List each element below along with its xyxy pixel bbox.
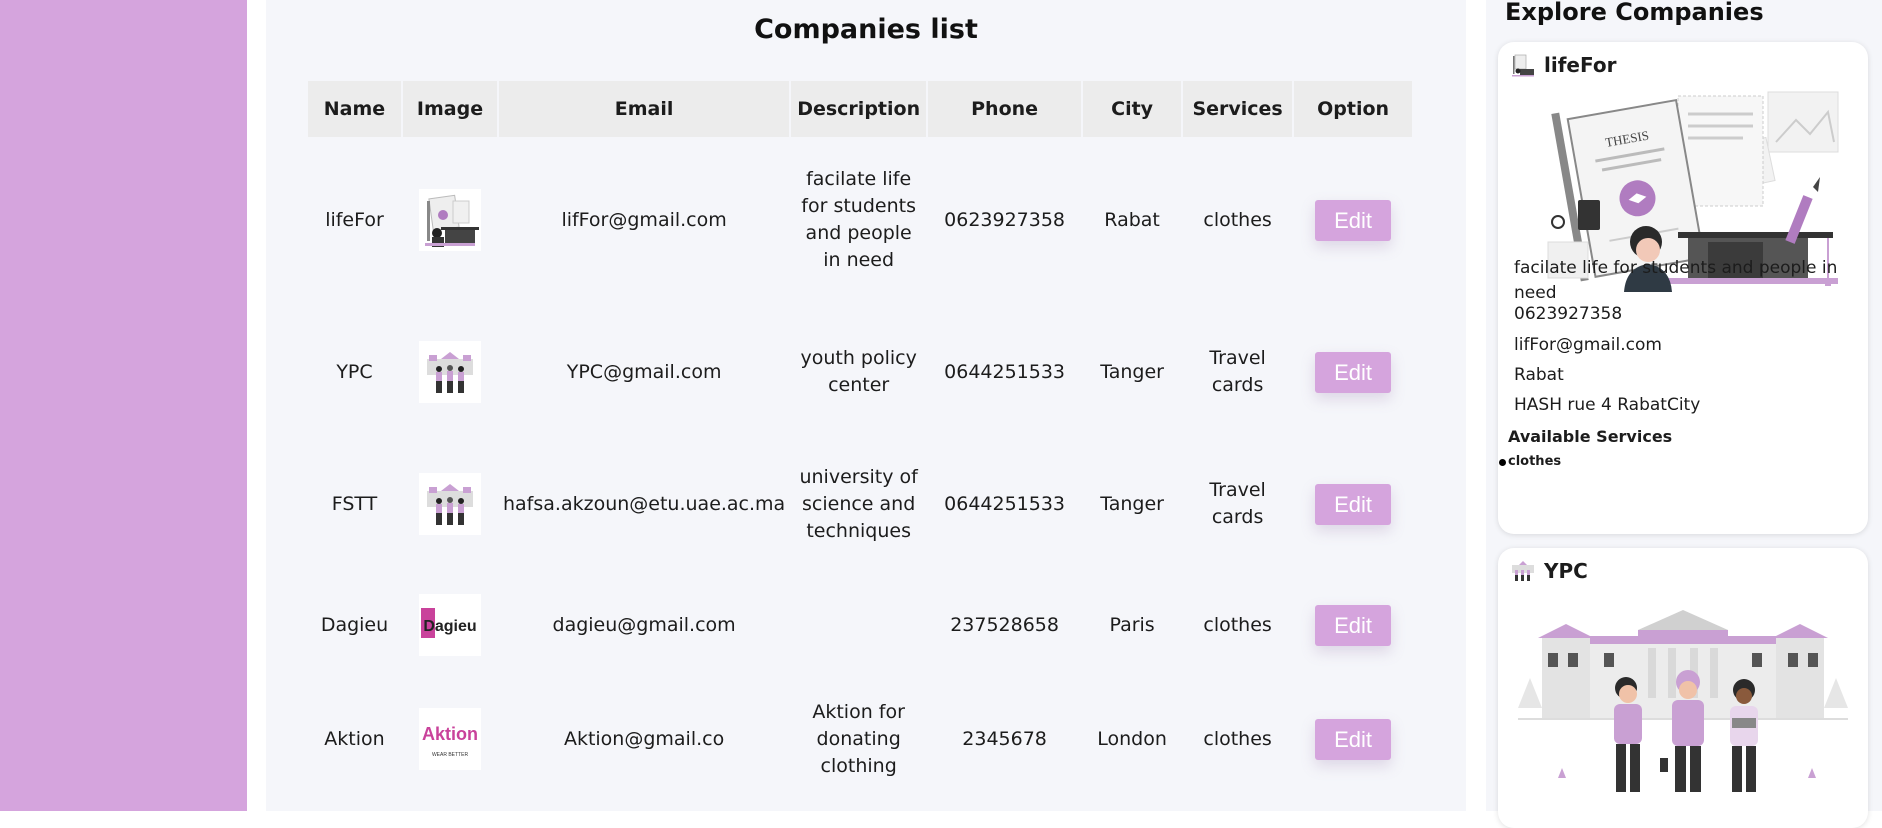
company-logo-dagieu: Dagieu	[419, 594, 481, 656]
svg-text:WEAR BETTER: WEAR BETTER	[432, 752, 469, 758]
cell-name: Aktion	[324, 727, 385, 750]
table-row: YPC YPC@gmail.com youth policy center 06…	[308, 303, 1412, 441]
edit-button[interactable]: Edit	[1315, 351, 1392, 393]
cell-option: Edit	[1294, 683, 1412, 795]
bullet-icon	[1499, 459, 1506, 466]
company-logo-aktion: Aktion WEAR BETTER	[419, 708, 481, 770]
edit-button[interactable]: Edit	[1315, 718, 1392, 760]
card-city: Rabat	[1514, 365, 1564, 385]
table-row: Aktion Aktion WEAR BETTER Aktion@gmail.c…	[308, 683, 1412, 795]
explore-title: Explore Companies	[1505, 0, 1764, 26]
edit-button[interactable]: Edit	[1315, 483, 1392, 525]
cell-description: university of science and techniques	[799, 465, 918, 542]
cell-services: Travel cards	[1209, 479, 1266, 528]
cell-email: lifFor@gmail.com	[561, 208, 727, 231]
cell-services: Travel cards	[1209, 347, 1266, 396]
company-logo-fstt	[419, 473, 481, 535]
cell-image: Dagieu	[403, 567, 497, 683]
col-image: Image	[403, 81, 497, 137]
cell-image	[403, 303, 497, 441]
cell-name: YPC	[336, 360, 373, 383]
cell-phone: 237528658	[950, 613, 1059, 636]
cell-phone: 2345678	[962, 727, 1047, 750]
companies-panel: Companies list Name Image Email Descript…	[266, 0, 1466, 811]
table-row: Dagieu Dagieu dagieu@gmail.com 237528658…	[308, 567, 1412, 683]
cell-image: Aktion WEAR BETTER	[403, 683, 497, 795]
table-row: FSTT hafsa.akzoun@etu.uae.ac.ma universi…	[308, 441, 1412, 567]
page-title: Companies list	[754, 14, 978, 45]
cell-option: Edit	[1294, 567, 1412, 683]
edit-button[interactable]: Edit	[1315, 199, 1392, 241]
cell-city: Paris	[1109, 613, 1155, 636]
card-phone: 0623927358	[1514, 304, 1623, 324]
explore-panel: Explore Companies lifeFor THESIS facilat…	[1486, 0, 1882, 828]
cell-email: Aktion@gmail.co	[563, 727, 725, 750]
card-description: facilate life for students and people in…	[1514, 258, 1838, 303]
companies-table: Name Image Email Description Phone City …	[306, 81, 1414, 795]
cell-image	[403, 137, 497, 303]
cell-option: Edit	[1294, 441, 1412, 567]
cell-option: Edit	[1294, 137, 1412, 303]
svg-text:Aktion: Aktion	[422, 724, 478, 744]
company-card[interactable]: YPC	[1498, 548, 1868, 828]
table-header-row: Name Image Email Description Phone City …	[308, 81, 1413, 137]
cell-phone: 0623927358	[944, 208, 1066, 231]
card-email: lifFor@gmail.com	[1514, 335, 1662, 355]
col-city: City	[1083, 81, 1182, 137]
cell-option: Edit	[1294, 303, 1412, 441]
card-company-name: YPC	[1544, 559, 1588, 583]
table-row: lifeFor lifFor@gmail.com facilate life f…	[308, 137, 1412, 303]
company-logo-lifefor	[419, 189, 481, 251]
cell-phone: 0644251533	[944, 360, 1066, 383]
cell-description: youth policy center	[800, 347, 917, 396]
cell-services: clothes	[1203, 613, 1272, 636]
col-phone: Phone	[928, 81, 1082, 137]
cell-description: facilate life for students and people in…	[801, 168, 916, 271]
col-option: Option	[1294, 81, 1413, 137]
cell-city: Tanger	[1100, 360, 1164, 383]
students-illustration	[1518, 610, 1848, 792]
cell-description: Aktion for donating clothing	[812, 700, 905, 777]
cell-email: YPC@gmail.com	[566, 360, 722, 383]
cell-services: clothes	[1203, 727, 1272, 750]
cell-city: Rabat	[1104, 208, 1160, 231]
cell-name: FSTT	[331, 492, 378, 515]
company-logo-icon	[1510, 52, 1536, 78]
cell-name: Dagieu	[320, 613, 389, 636]
cell-city: London	[1097, 727, 1167, 750]
card-company-name: lifeFor	[1544, 53, 1617, 77]
cell-phone: 0644251533	[944, 492, 1066, 515]
cell-description	[791, 567, 926, 683]
card-address: HASH rue 4 RabatCity	[1514, 395, 1701, 415]
sidebar	[0, 0, 247, 811]
card-header: YPC	[1510, 558, 1588, 584]
edit-button[interactable]: Edit	[1315, 604, 1392, 646]
service-label: clothes	[1508, 454, 1562, 469]
card-header: lifeFor	[1510, 52, 1616, 78]
col-name: Name	[308, 81, 401, 137]
cell-name: lifeFor	[325, 208, 384, 231]
cell-city: Tanger	[1100, 492, 1164, 515]
svg-text:Dagieu: Dagieu	[423, 618, 476, 635]
cell-email: hafsa.akzoun@etu.uae.ac.ma	[503, 492, 786, 515]
company-logo-ypc	[419, 341, 481, 403]
available-services-title: Available Services	[1508, 427, 1673, 446]
col-description: Description	[791, 81, 927, 137]
col-services: Services	[1183, 81, 1293, 137]
cell-services: clothes	[1203, 208, 1272, 231]
company-card[interactable]: lifeFor THESIS facilate life for student…	[1498, 42, 1868, 534]
col-email: Email	[499, 81, 790, 137]
cell-image	[403, 441, 497, 567]
service-item: clothes	[1499, 454, 1562, 469]
company-logo-icon	[1510, 558, 1536, 584]
cell-email: dagieu@gmail.com	[552, 613, 736, 636]
